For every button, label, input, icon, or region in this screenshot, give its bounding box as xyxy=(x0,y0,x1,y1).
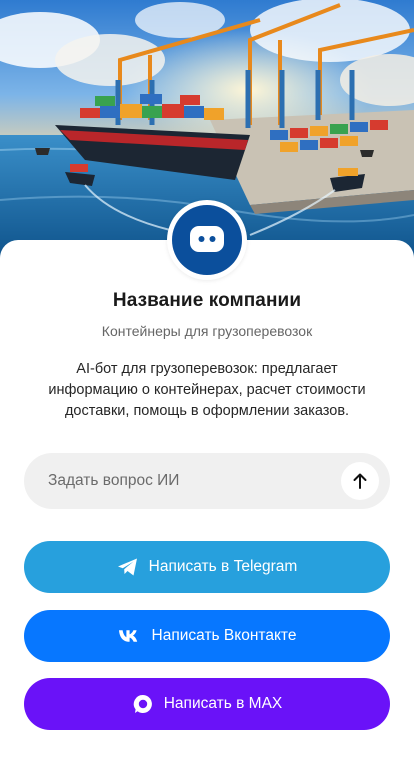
company-logo xyxy=(167,200,247,280)
telegram-button-label: Написать в Telegram xyxy=(148,558,298,575)
company-description: AI-бот для грузоперевозок: предлагает ин… xyxy=(48,361,366,419)
telegram-icon xyxy=(117,557,139,577)
max-button[interactable]: Написать в MAX xyxy=(24,678,390,730)
vk-button[interactable]: Написать Вконтакте xyxy=(24,610,390,662)
arrow-up-icon xyxy=(353,473,367,489)
telegram-button[interactable]: Написать в Telegram xyxy=(24,541,390,593)
vk-icon xyxy=(118,629,142,643)
max-button-label: Написать в MAX xyxy=(163,695,283,712)
ai-question-input[interactable] xyxy=(48,453,328,509)
send-button[interactable] xyxy=(341,462,379,500)
max-icon xyxy=(132,693,154,715)
chat-bubble-icon xyxy=(172,205,242,275)
company-name: Название компании xyxy=(112,290,302,311)
page: Название компании Контейнеры для грузопе… xyxy=(0,0,414,770)
company-subtitle: Контейнеры для грузоперевозок xyxy=(101,323,313,339)
vk-button-label: Написать Вконтакте xyxy=(151,627,297,644)
ai-question-bar xyxy=(24,453,390,509)
